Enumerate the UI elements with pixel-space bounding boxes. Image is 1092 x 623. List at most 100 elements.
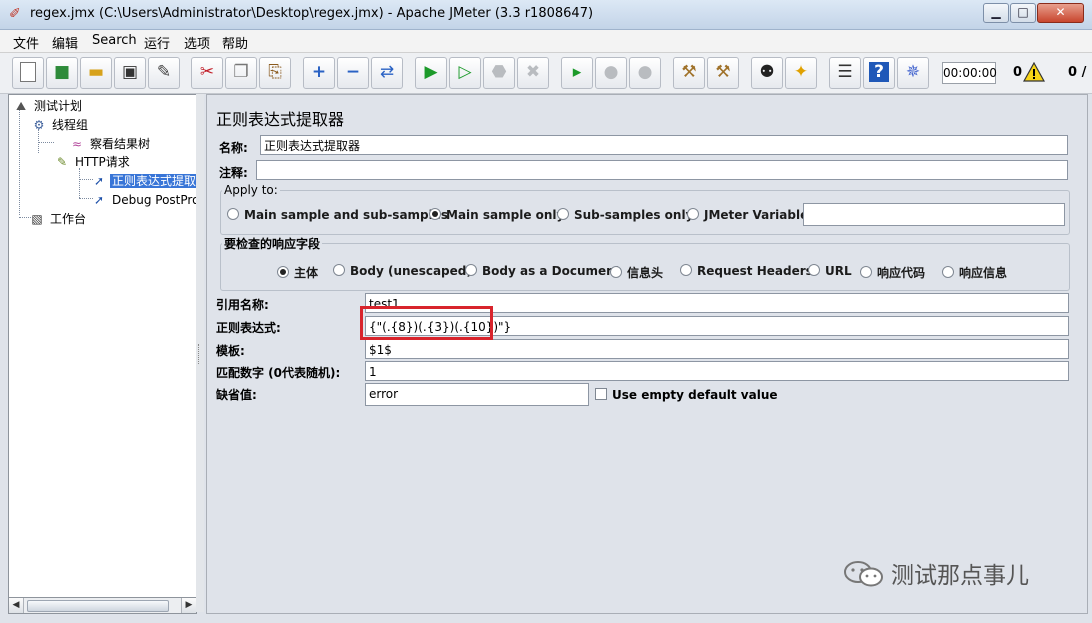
default-value-field[interactable]: error: [365, 383, 589, 406]
reset-search-icon[interactable]: ✦: [785, 57, 817, 89]
expand-icon[interactable]: +: [303, 57, 335, 89]
start-no-pause-icon[interactable]: ▷: [449, 57, 481, 89]
save-as-icon[interactable]: ✎: [148, 57, 180, 89]
elapsed-timer: 00:00:00: [942, 62, 997, 84]
remote-shutdown-icon[interactable]: ●: [629, 57, 661, 89]
radio-headers[interactable]: 信息头: [610, 264, 663, 281]
comment-field[interactable]: [256, 160, 1068, 180]
remote-start-icon[interactable]: ▸: [561, 57, 593, 89]
remote-stop-icon[interactable]: ●: [595, 57, 627, 89]
radio-dot-icon: [610, 266, 622, 278]
default-value-label: 缺省值:: [216, 388, 257, 402]
tree-node-regex-extractor[interactable]: ➚ 正则表达式提取: [91, 171, 196, 189]
jmeter-variable-field[interactable]: [803, 203, 1065, 226]
radio-label: 响应代码: [877, 266, 926, 280]
tree-node-thread-group[interactable]: ⚙ 线程组: [31, 115, 90, 133]
warning-icon[interactable]: [1023, 62, 1045, 82]
cut-icon[interactable]: ✂: [191, 57, 223, 89]
checkbox-box-icon: [595, 388, 607, 400]
radio-main-and-sub-samples[interactable]: Main sample and sub-samples: [227, 208, 448, 222]
title-bar: ✐ regex.jmx (C:\Users\Administrator\Desk…: [0, 0, 1092, 30]
radio-label: URL: [825, 264, 852, 278]
radio-jmeter-variable[interactable]: JMeter Variable: [687, 208, 808, 222]
apply-to-title: Apply to:: [222, 183, 280, 197]
menu-options[interactable]: 选项: [184, 33, 210, 52]
radio-label: Request Headers: [697, 264, 813, 278]
radio-dot-icon: [465, 264, 477, 276]
collapse-icon[interactable]: −: [337, 57, 369, 89]
start-icon[interactable]: ▶: [415, 57, 447, 89]
shutdown-icon[interactable]: ✖: [517, 57, 549, 89]
watermark: 测试那点事儿: [843, 556, 1029, 590]
tree-node-debug-postprocessor[interactable]: ➚ Debug PostPro: [91, 190, 196, 208]
menu-run[interactable]: 运行: [144, 33, 170, 52]
radio-response-message[interactable]: 响应信息: [942, 264, 1007, 281]
radio-body-unescaped[interactable]: Body (unescaped): [333, 264, 472, 278]
radio-dot-icon: [808, 264, 820, 276]
menu-search[interactable]: Search: [92, 33, 137, 48]
save-icon[interactable]: ▣: [114, 57, 146, 89]
window-title: regex.jmx (C:\Users\Administrator\Deskto…: [30, 6, 594, 21]
menu-file[interactable]: 文件: [13, 33, 39, 52]
log-viewer-icon[interactable]: ✵: [897, 57, 929, 89]
template-field[interactable]: $1$: [365, 339, 1069, 359]
search-icon[interactable]: ⚉: [751, 57, 783, 89]
workbench-icon: ▧: [31, 211, 43, 226]
reference-name-label: 引用名称:: [216, 298, 269, 312]
jmeter-feather-icon: ✐: [9, 6, 21, 22]
close-button[interactable]: ✕: [1037, 3, 1084, 23]
copy-icon[interactable]: ❐: [225, 57, 257, 89]
radio-label: Sub-samples only: [574, 208, 694, 222]
radio-dot-icon: [333, 264, 345, 276]
paste-icon[interactable]: ⎘: [259, 57, 291, 89]
scroll-left-arrow-icon[interactable]: ◀: [9, 598, 24, 613]
radio-dot-icon: [860, 266, 872, 278]
radio-dot-icon: [277, 266, 289, 278]
tree-horizontal-scrollbar[interactable]: ◀ ▶: [8, 597, 197, 614]
radio-url[interactable]: URL: [808, 264, 852, 278]
tree-node-workbench[interactable]: ▧ 工作台: [29, 209, 88, 227]
stop-icon[interactable]: ⬣: [483, 57, 515, 89]
menu-help[interactable]: 帮助: [222, 33, 248, 52]
scroll-thumb[interactable]: [27, 600, 169, 612]
radio-main-sample-only[interactable]: Main sample only: [429, 208, 564, 222]
maximize-button[interactable]: □: [1010, 3, 1036, 23]
radio-body[interactable]: 主体: [277, 264, 318, 281]
name-field[interactable]: 正则表达式提取器: [260, 135, 1068, 155]
radio-label: JMeter Variable: [704, 208, 809, 222]
radio-label: 信息头: [627, 266, 664, 280]
scroll-right-arrow-icon[interactable]: ▶: [181, 598, 196, 613]
split-pane-divider[interactable]: [196, 94, 204, 612]
clear-all-icon[interactable]: ⚒: [707, 57, 739, 89]
radio-body-as-document[interactable]: Body as a Document: [465, 264, 620, 278]
tree-line: [38, 142, 54, 143]
test-plan-tree: ⛰ 测试计划 ⚙ 线程组 ≈ 察看结果树 ✎ HTTP请求 ➚ 正则表达式提取 ➚ Debu…: [8, 94, 197, 614]
toggle-icon[interactable]: ⇄: [371, 57, 403, 89]
match-number-field[interactable]: 1: [365, 361, 1069, 381]
help-icon[interactable]: ?: [863, 57, 895, 89]
templates-icon[interactable]: ■: [46, 57, 78, 89]
clear-icon[interactable]: ⚒: [673, 57, 705, 89]
match-number-label: 匹配数字 (0代表随机):: [216, 366, 341, 380]
use-empty-default-checkbox[interactable]: Use empty default value: [595, 388, 778, 402]
tree-line: [19, 109, 20, 215]
toolbar: ■ ▬ ▣ ✎ ✂ ❐ ⎘ + − ⇄ ▶ ▷ ⬣ ✖ ▸ ● ● ⚒ ⚒ ⚉ …: [0, 53, 1092, 94]
tree-node-test-plan[interactable]: ⛰ 测试计划: [13, 96, 84, 114]
menu-edit[interactable]: 编辑: [52, 33, 78, 52]
page-title: 正则表达式提取器: [216, 110, 345, 129]
tree-node-http-request[interactable]: ✎ HTTP请求: [54, 152, 132, 170]
new-icon[interactable]: [12, 57, 44, 89]
radio-dot-icon: [942, 266, 954, 278]
minimize-button[interactable]: ▁: [983, 3, 1009, 23]
name-label: 名称:: [219, 141, 248, 155]
warning-count: 0: [1013, 65, 1023, 80]
tree-node-view-results-tree[interactable]: ≈ 察看结果树: [69, 134, 152, 152]
thread-group-icon: ⚙: [33, 117, 45, 132]
radio-request-headers[interactable]: Request Headers: [680, 264, 813, 278]
open-icon[interactable]: ▬: [80, 57, 112, 89]
comment-label: 注释:: [219, 166, 248, 180]
radio-response-code[interactable]: 响应代码: [860, 264, 925, 281]
radio-label: Body as a Document: [482, 264, 621, 278]
radio-sub-samples-only[interactable]: Sub-samples only: [557, 208, 693, 222]
function-helper-icon[interactable]: ☰: [829, 57, 861, 89]
